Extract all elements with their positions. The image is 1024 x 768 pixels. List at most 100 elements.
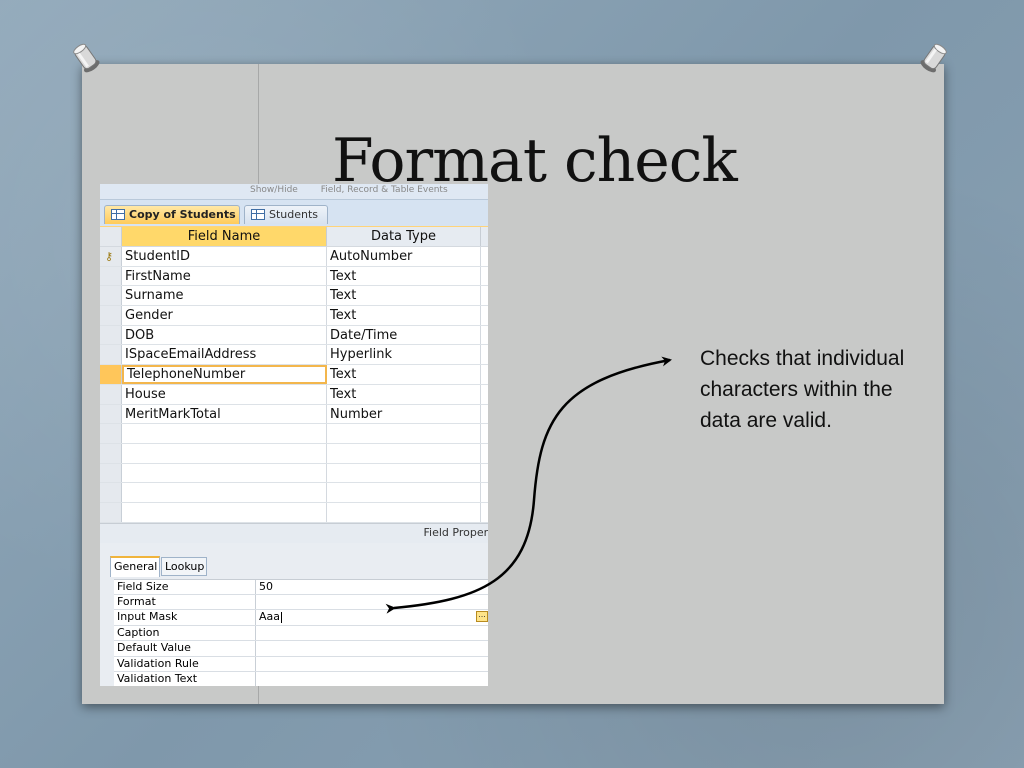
property-value[interactable] [256, 672, 488, 686]
table-row[interactable] [100, 483, 488, 503]
data-type-cell[interactable]: Text [327, 365, 481, 384]
table-row[interactable]: Surname Text [100, 286, 488, 307]
tab-general[interactable]: General [110, 555, 160, 577]
table-row[interactable]: DOB Date/Time [100, 325, 488, 346]
data-type-cell[interactable]: Text [327, 306, 481, 325]
data-type-cell[interactable]: Number [327, 404, 481, 424]
description-cell[interactable] [481, 267, 488, 286]
field-name-cell[interactable]: DOB [122, 325, 327, 345]
property-row: Input Mask Aaa... [114, 610, 488, 626]
row-selector[interactable] [100, 325, 122, 345]
row-selector[interactable] [100, 266, 122, 286]
property-label: Format [114, 595, 256, 610]
description-cell[interactable] [481, 365, 488, 384]
row-selector[interactable] [100, 306, 122, 325]
description-cell[interactable] [481, 247, 488, 266]
table-row[interactable]: House Text [100, 384, 488, 405]
row-selector[interactable] [100, 443, 122, 463]
data-type-cell[interactable] [327, 483, 481, 502]
field-name-cell[interactable]: StudentID [122, 247, 327, 266]
description-cell[interactable] [481, 326, 488, 345]
row-selector[interactable] [100, 463, 122, 483]
table-row[interactable]: ⚷ StudentID AutoNumber [100, 247, 488, 267]
field-name-cell[interactable]: House [122, 384, 327, 404]
description-cell[interactable] [481, 405, 488, 424]
description-cell[interactable] [481, 464, 488, 483]
property-value[interactable] [256, 595, 488, 609]
ribbon-group-show-hide: Show/Hide [250, 185, 298, 195]
description-cell[interactable] [481, 385, 488, 404]
column-header-data-type[interactable]: Data Type [327, 227, 481, 246]
select-all-corner[interactable] [100, 227, 122, 246]
row-selector[interactable]: ⚷ [100, 247, 122, 266]
field-name-cell[interactable]: Gender [122, 306, 327, 325]
table-row[interactable] [100, 463, 488, 484]
field-name-cell[interactable] [122, 502, 327, 522]
data-type-cell[interactable]: Text [327, 286, 481, 306]
field-name-cell[interactable] [122, 424, 327, 443]
property-row: Validation Text [114, 671, 488, 686]
description-cell[interactable] [481, 306, 488, 325]
data-type-cell[interactable]: Hyperlink [327, 345, 481, 365]
property-value[interactable] [256, 641, 488, 655]
description-cell[interactable] [481, 483, 488, 502]
tab-students[interactable]: Students [244, 205, 328, 224]
row-selector[interactable] [100, 502, 122, 522]
data-type-cell[interactable] [327, 424, 481, 443]
property-value[interactable] [256, 626, 488, 640]
data-type-cell[interactable]: AutoNumber [327, 247, 481, 266]
table-row[interactable]: Gender Text [100, 306, 488, 326]
data-type-cell[interactable]: Date/Time [327, 325, 481, 345]
description-cell[interactable] [481, 503, 488, 522]
field-name-cell[interactable]: Surname [122, 286, 327, 306]
field-name-cell[interactable]: FirstName [122, 266, 327, 286]
grid-header: Field Name Data Type [100, 227, 488, 247]
description-cell[interactable] [481, 345, 488, 364]
description-cell[interactable] [481, 424, 488, 443]
description-cell[interactable] [481, 444, 488, 463]
table-row[interactable]: FirstName Text [100, 266, 488, 287]
field-name-cell[interactable]: ISpaceEmailAddress [122, 345, 327, 365]
field-properties-header: Field Properties [100, 522, 488, 543]
row-selector[interactable] [100, 483, 122, 502]
tab-label: Copy of Students [129, 208, 236, 221]
row-selector[interactable] [100, 404, 122, 424]
field-name-cell[interactable]: TelephoneNumber [122, 365, 327, 384]
row-selector[interactable] [100, 345, 122, 365]
column-header-field-name[interactable]: Field Name [122, 227, 327, 246]
data-type-cell[interactable] [327, 443, 481, 463]
property-label: Caption [114, 625, 256, 641]
property-label: Validation Rule [114, 656, 256, 671]
tab-copy-of-students[interactable]: Copy of Students [104, 205, 240, 224]
field-name-cell[interactable] [122, 483, 327, 502]
field-name-cell[interactable]: MeritMarkTotal [122, 404, 327, 424]
table-row[interactable]: MeritMarkTotal Number [100, 404, 488, 425]
row-selector[interactable] [100, 384, 122, 404]
builder-button[interactable]: ... [476, 611, 488, 623]
row-selector[interactable] [100, 424, 122, 443]
tab-lookup[interactable]: Lookup [161, 556, 207, 576]
property-value[interactable]: 50 [256, 580, 488, 594]
property-value[interactable]: Aaa... [256, 610, 488, 624]
field-name-cell[interactable] [122, 443, 327, 463]
row-selector[interactable] [100, 286, 122, 306]
data-type-cell[interactable]: Text [327, 384, 481, 404]
table-row[interactable] [100, 502, 488, 523]
field-properties-label: Field Properties [423, 525, 488, 539]
table-row[interactable]: TelephoneNumber Text [100, 365, 488, 385]
row-selector[interactable] [100, 365, 122, 384]
data-type-cell[interactable] [327, 463, 481, 483]
slide-body-text: Checks that individual characters within… [700, 347, 905, 432]
table-row[interactable] [100, 424, 488, 444]
property-row: Format [114, 595, 488, 611]
table-row[interactable]: ISpaceEmailAddress Hyperlink [100, 345, 488, 366]
access-table-design-screenshot: Show/Hide Field, Record & Table Events C… [100, 184, 488, 686]
data-type-cell[interactable] [327, 502, 481, 522]
table-row[interactable] [100, 443, 488, 464]
grid-rows: ⚷ StudentID AutoNumber FirstName Text Surname… [100, 247, 488, 523]
description-cell[interactable] [481, 286, 488, 305]
text-cursor [281, 611, 283, 623]
data-type-cell[interactable]: Text [327, 266, 481, 286]
property-value[interactable] [256, 657, 488, 671]
field-name-cell[interactable] [122, 463, 327, 483]
